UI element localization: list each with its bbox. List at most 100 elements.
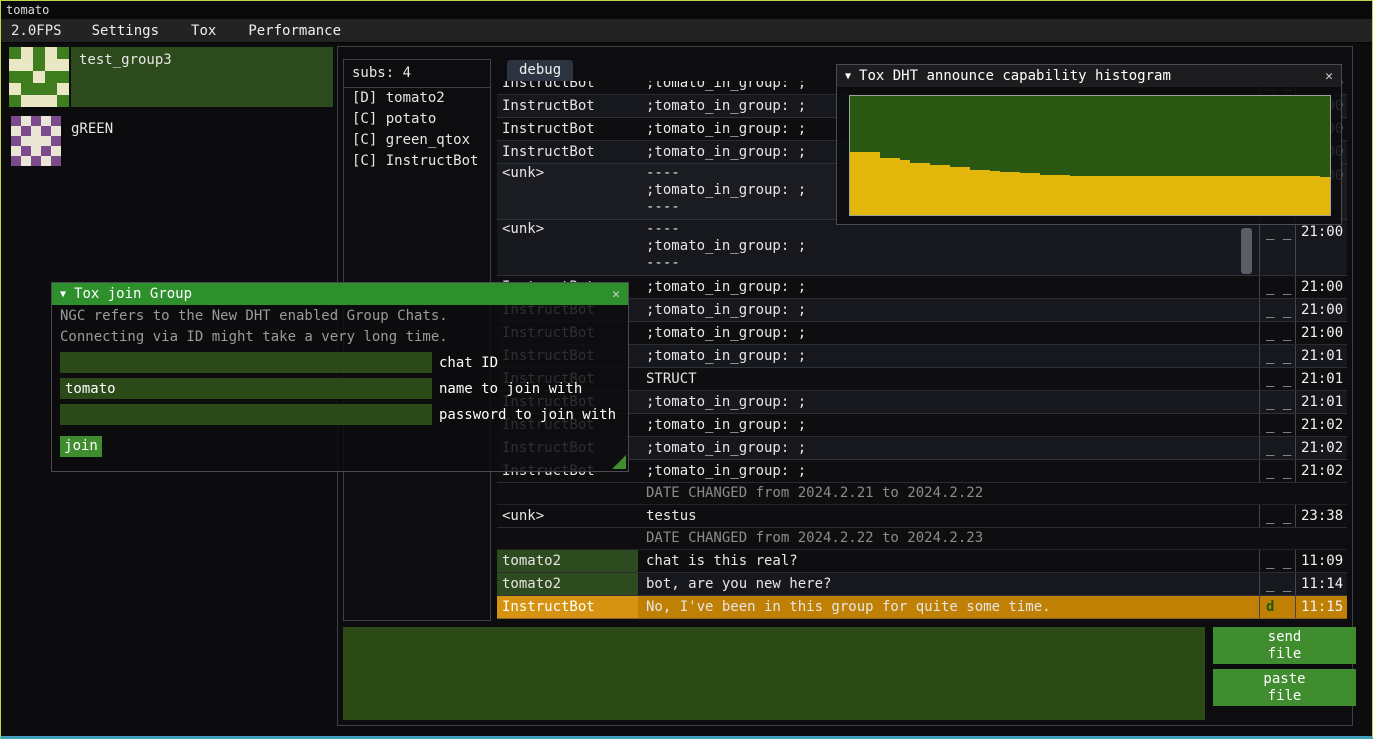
sidebar-group-test_group3[interactable]: test_group3: [9, 47, 333, 107]
join-password-label: password to join with: [439, 407, 616, 423]
avatar-pixel: [31, 116, 41, 126]
histogram-bar: [980, 170, 990, 215]
join-group-titlebar: ▼ Tox join Group ✕: [52, 283, 628, 305]
menu-item-settings[interactable]: Settings: [80, 23, 171, 39]
collapse-arrow-icon[interactable]: ▼: [60, 289, 66, 300]
join-info-line-1: NGC refers to the New DHT enabled Group …: [60, 307, 620, 326]
histogram-bar: [1220, 176, 1230, 215]
member-item[interactable]: [C] potato: [344, 109, 490, 130]
message-sender: tomato2: [497, 573, 638, 595]
message-text: ;tomato_in_group: ;: [638, 345, 1259, 367]
message-status: _ _: [1259, 460, 1295, 482]
message-text: ---- ;tomato_in_group: ; ----: [638, 221, 1259, 275]
paste-file-button[interactable]: paste file: [1213, 669, 1356, 706]
avatar-pixel: [9, 59, 21, 71]
menu-item-performance[interactable]: Performance: [236, 23, 353, 39]
histogram-bar: [1160, 176, 1170, 215]
menu-bar: 2.0FPS SettingsToxPerformance: [1, 19, 1372, 43]
avatar-pixel: [21, 71, 33, 83]
avatar-pixel: [57, 83, 69, 95]
avatar-pixel: [11, 116, 21, 126]
histogram-bar: [1020, 173, 1030, 215]
message-sender: InstructBot: [497, 141, 638, 163]
join-info-line-2: Connecting via ID might take a very long…: [60, 328, 620, 347]
message-status: _ _: [1259, 368, 1295, 390]
avatar-pixel: [45, 59, 57, 71]
close-icon[interactable]: ✕: [612, 287, 620, 302]
join-password-input[interactable]: [60, 404, 432, 425]
avatar-pixel: [31, 156, 41, 166]
send-file-button[interactable]: send file: [1213, 627, 1356, 664]
resize-grip[interactable]: [612, 455, 626, 469]
avatar-pixel: [45, 95, 57, 107]
histogram-bar: [1150, 176, 1160, 215]
avatar-pixel: [51, 126, 61, 136]
avatar-pixel: [33, 71, 45, 83]
histogram-bar: [1100, 176, 1110, 215]
member-item[interactable]: [D] tomato2: [344, 88, 490, 109]
sidebar-group-gREEN[interactable]: gREEN: [9, 116, 333, 170]
menu-items: Settings Tox Performance: [72, 23, 353, 39]
join-button[interactable]: join: [60, 436, 102, 457]
message-text: ;tomato_in_group: ;: [638, 276, 1259, 298]
message-sender: InstructBot: [497, 596, 638, 618]
message-time: 21:01: [1295, 345, 1347, 367]
message-time: 21:02: [1295, 437, 1347, 459]
avatar-pixel: [57, 95, 69, 107]
message-sender: <unk>: [497, 165, 638, 219]
tab-debug[interactable]: debug: [507, 60, 573, 81]
avatar-pixel: [31, 146, 41, 156]
app-window: tomato 2.0FPS SettingsToxPerformance tes…: [0, 0, 1373, 739]
members-count: subs: 4: [344, 60, 490, 87]
histogram-bar: [1190, 176, 1200, 215]
avatar-pixel: [21, 83, 33, 95]
message-text: chat is this real?: [638, 550, 1259, 572]
member-item[interactable]: [C] green_qtox: [344, 130, 490, 151]
message-text: ;tomato_in_group: ;: [638, 460, 1259, 482]
histogram-bar: [930, 165, 940, 215]
message-status: _ _: [1259, 322, 1295, 344]
avatar-pixel: [33, 47, 45, 59]
histogram-bar: [960, 167, 970, 215]
join-name-input[interactable]: [60, 378, 432, 399]
collapse-arrow-icon[interactable]: ▼: [845, 71, 851, 82]
message-text: ;tomato_in_group: ;: [638, 437, 1259, 459]
close-icon[interactable]: ✕: [1325, 69, 1333, 84]
menu-item-tox[interactable]: Tox: [179, 23, 228, 39]
avatar-pixel: [51, 146, 61, 156]
dht-histogram-titlebar: ▼ Tox DHT announce capability histogram …: [837, 65, 1341, 87]
histogram-bar: [1120, 176, 1130, 215]
group-avatar: [11, 116, 61, 166]
group-name: gREEN: [71, 121, 325, 137]
message-time: 21:00: [1295, 276, 1347, 298]
avatar-pixel: [21, 116, 31, 126]
window-title: tomato: [6, 3, 49, 17]
message-time: 21:00: [1295, 299, 1347, 321]
message-time: 11:15: [1295, 596, 1347, 618]
scrollbar-thumb[interactable]: [1241, 228, 1252, 274]
histogram-bar: [1110, 176, 1120, 215]
histogram-bar: [1090, 176, 1100, 215]
message-input[interactable]: [343, 627, 1205, 720]
histogram-bar: [1300, 176, 1310, 215]
avatar-pixel: [57, 59, 69, 71]
avatar-pixel: [41, 126, 51, 136]
avatar-pixel: [11, 126, 21, 136]
message-time: 23:38: [1295, 505, 1347, 527]
join-name-label: name to join with: [439, 381, 582, 397]
join-group-window: ▼ Tox join Group ✕ NGC refers to the New…: [51, 282, 629, 472]
histogram-bar: [940, 165, 950, 215]
message-status: _ _: [1259, 221, 1295, 275]
avatar-pixel: [41, 156, 51, 166]
histogram-bar: [1240, 176, 1250, 215]
message-text: ;tomato_in_group: ;: [638, 299, 1259, 321]
chat-id-input[interactable]: [60, 352, 432, 373]
message-row: tomato2bot, are you new here?_ _11:14: [497, 573, 1347, 596]
avatar-pixel: [33, 95, 45, 107]
histogram-bar: [990, 171, 1000, 215]
avatar-pixel: [21, 156, 31, 166]
histogram-bar: [1060, 175, 1070, 215]
avatar-pixel: [21, 95, 33, 107]
member-item[interactable]: [C] InstructBot: [344, 151, 490, 172]
avatar-pixel: [21, 126, 31, 136]
